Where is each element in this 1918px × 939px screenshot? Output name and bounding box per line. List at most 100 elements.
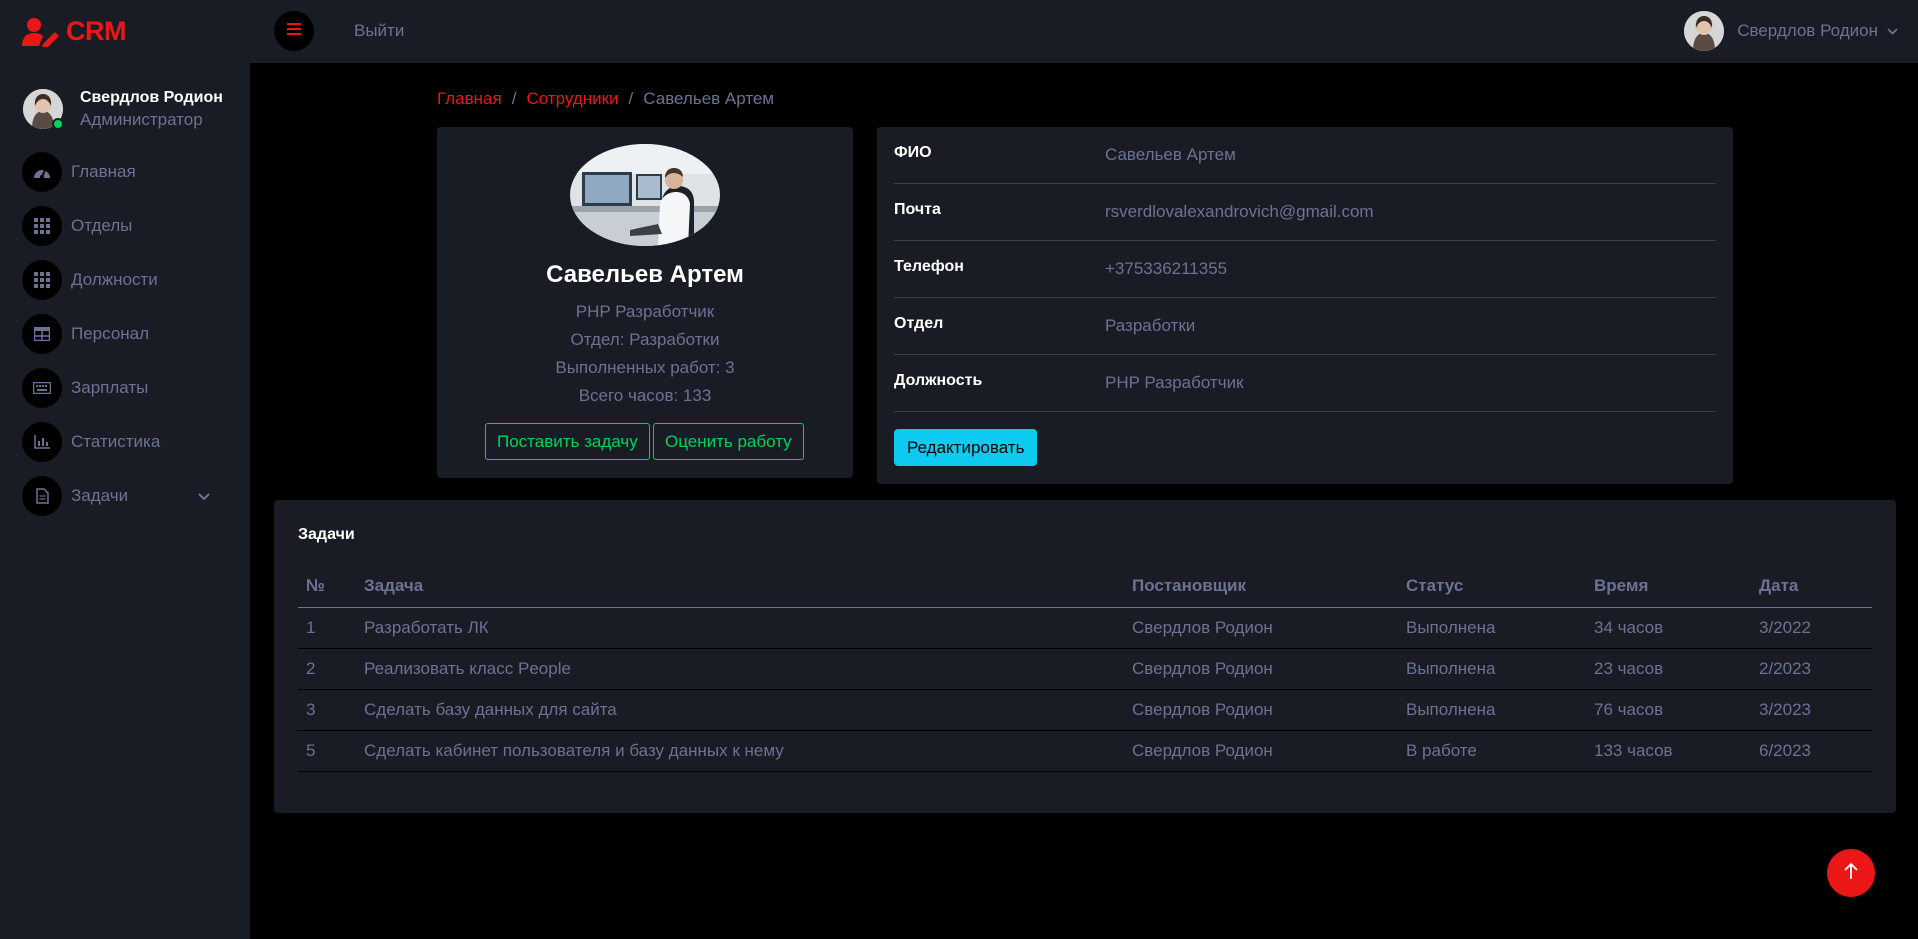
info-value: PHP Разработчик — [1105, 373, 1244, 392]
table-cell: Разработать ЛК — [356, 607, 1124, 649]
sidebar-item-label: Персонал — [71, 324, 150, 343]
breadcrumb-separator: / — [511, 89, 517, 108]
sidebar-toggle-button[interactable] — [274, 11, 314, 51]
grid-icon — [22, 206, 62, 246]
info-value: rsverdlovalexandrovich@gmail.com — [1105, 202, 1374, 221]
table-cell: 2/2023 — [1751, 648, 1872, 690]
table-cell: 23 часов — [1586, 648, 1751, 690]
sidebar-nav: Главная Отделы Должности Персонал Зарпла… — [0, 145, 250, 523]
column-header: № — [298, 566, 356, 608]
profile-role: Администратор — [80, 109, 203, 129]
user-menu-dropdown[interactable]: Свердлов Родион — [1684, 11, 1898, 51]
employee-position: PHP Разработчик — [575, 302, 715, 321]
table-row[interactable]: 5 Сделать кабинет пользователя и базу да… — [298, 730, 1872, 772]
brand-name: CRM — [66, 16, 127, 46]
sidebar: CRM Свердлов Родион Администратор Главна… — [0, 0, 250, 939]
breadcrumb-current: Савельев Артем — [643, 89, 775, 108]
grid-icon — [22, 260, 62, 300]
topbar: Выйти Свердлов Родион — [250, 0, 1918, 63]
table-cell: Свердлов Родион — [1124, 730, 1398, 772]
sidebar-profile: Свердлов Родион Администратор — [0, 63, 250, 143]
table-cell: Реализовать класс People — [356, 648, 1124, 690]
file-icon — [22, 476, 62, 516]
table-cell: 5 — [298, 730, 356, 772]
table-cell: Свердлов Родион — [1124, 607, 1398, 649]
table-cell: Сделать базу данных для сайта — [356, 689, 1124, 731]
column-header: Задача — [356, 566, 1124, 608]
sidebar-item-home[interactable]: Главная — [0, 145, 250, 199]
sidebar-item-positions[interactable]: Должности — [0, 253, 250, 307]
table-header-row: № Задача Постановщик Статус Время Дата — [298, 566, 1872, 608]
info-key: Почта — [894, 201, 941, 218]
table-cell: Свердлов Родион — [1124, 648, 1398, 690]
table-cell: 3/2023 — [1751, 689, 1872, 731]
back-to-top-button[interactable] — [1827, 849, 1875, 897]
table-cell: 76 часов — [1586, 689, 1751, 731]
chart-icon — [22, 422, 62, 462]
breadcrumb-employees-link[interactable]: Сотрудники — [526, 89, 618, 109]
sidebar-item-label: Задачи — [71, 486, 129, 505]
breadcrumb-home-link[interactable]: Главная — [437, 89, 502, 109]
info-row-phone: Телефон +375336211355 — [894, 241, 1716, 298]
profile-name: Свердлов Родион — [80, 88, 223, 106]
table-row[interactable]: 2 Реализовать класс People Свердлов Роди… — [298, 648, 1872, 690]
tasks-title: Задачи — [298, 526, 355, 543]
info-row-position: Должность PHP Разработчик — [894, 355, 1716, 412]
info-value: Разработки — [1105, 316, 1196, 335]
keyboard-icon — [22, 368, 62, 408]
rate-work-button[interactable]: Оценить работу — [653, 423, 804, 460]
employee-total-hours: Всего часов: 133 — [578, 386, 712, 405]
assign-task-button[interactable]: Поставить задачу — [485, 423, 650, 460]
table-cell: Выполнена — [1398, 689, 1586, 731]
sidebar-item-label: Отделы — [71, 216, 133, 235]
online-status-dot — [52, 117, 64, 130]
sidebar-item-tasks[interactable]: Задачи — [0, 469, 250, 523]
info-value: Савельев Артем — [1105, 145, 1236, 164]
info-row-department: Отдел Разработки — [894, 298, 1716, 355]
info-key: Должность — [894, 372, 983, 389]
logout-link[interactable]: Выйти — [354, 21, 404, 41]
column-header: Дата — [1751, 566, 1872, 608]
table-cell: 1 — [298, 607, 356, 649]
column-header: Постановщик — [1124, 566, 1398, 608]
employee-completed-works: Выполненных работ: 3 — [555, 358, 735, 377]
table-cell: Выполнена — [1398, 607, 1586, 649]
table-cell: Сделать кабинет пользователя и базу данн… — [356, 730, 1124, 772]
table-cell: 3 — [298, 689, 356, 731]
brand-logo[interactable]: CRM — [0, 0, 250, 63]
table-row[interactable]: 1 Разработать ЛК Свердлов Родион Выполне… — [298, 607, 1872, 649]
info-key: ФИО — [894, 144, 932, 161]
table-cell: 34 часов — [1586, 607, 1751, 649]
table-cell: 133 часов — [1586, 730, 1751, 772]
employee-name: Савельев Артем — [546, 261, 744, 288]
sidebar-item-label: Главная — [71, 162, 136, 181]
sidebar-item-label: Зарплаты — [71, 378, 149, 397]
table-cell: 6/2023 — [1751, 730, 1872, 772]
info-value: +375336211355 — [1105, 259, 1228, 278]
table-row[interactable]: 3 Сделать базу данных для сайта Свердлов… — [298, 689, 1872, 731]
avatar — [1684, 11, 1725, 51]
tasks-card: Задачи № Задача Постановщик Статус Время… — [274, 500, 1896, 813]
table-cell: 3/2022 — [1751, 607, 1872, 649]
breadcrumb-separator: / — [628, 89, 634, 108]
sidebar-item-departments[interactable]: Отделы — [0, 199, 250, 253]
sidebar-item-salaries[interactable]: Зарплаты — [0, 361, 250, 415]
dashboard-icon — [22, 152, 62, 192]
edit-button[interactable]: Редактировать — [894, 429, 1038, 466]
info-row-email: Почта rsverdlovalexandrovich@gmail.com — [894, 184, 1716, 241]
tasks-table: № Задача Постановщик Статус Время Дата 1… — [298, 566, 1872, 772]
column-header: Статус — [1398, 566, 1586, 608]
table-cell: 2 — [298, 648, 356, 690]
breadcrumb: Главная / Сотрудники / Савельев Артем — [437, 89, 774, 109]
user-edit-icon — [22, 16, 62, 48]
table-cell: Свердлов Родион — [1124, 689, 1398, 731]
sidebar-item-label: Статистика — [71, 432, 161, 451]
chevron-down-icon[interactable] — [198, 488, 210, 506]
avatar — [23, 88, 64, 130]
menu-icon — [287, 22, 301, 40]
info-key: Отдел — [894, 315, 944, 332]
sidebar-item-staff[interactable]: Персонал — [0, 307, 250, 361]
employee-info-card: ФИО Савельев Артем Почта rsverdlovalexan… — [877, 127, 1733, 484]
sidebar-item-statistics[interactable]: Статистика — [0, 415, 250, 469]
user-name: Свердлов Родион — [1737, 21, 1878, 40]
